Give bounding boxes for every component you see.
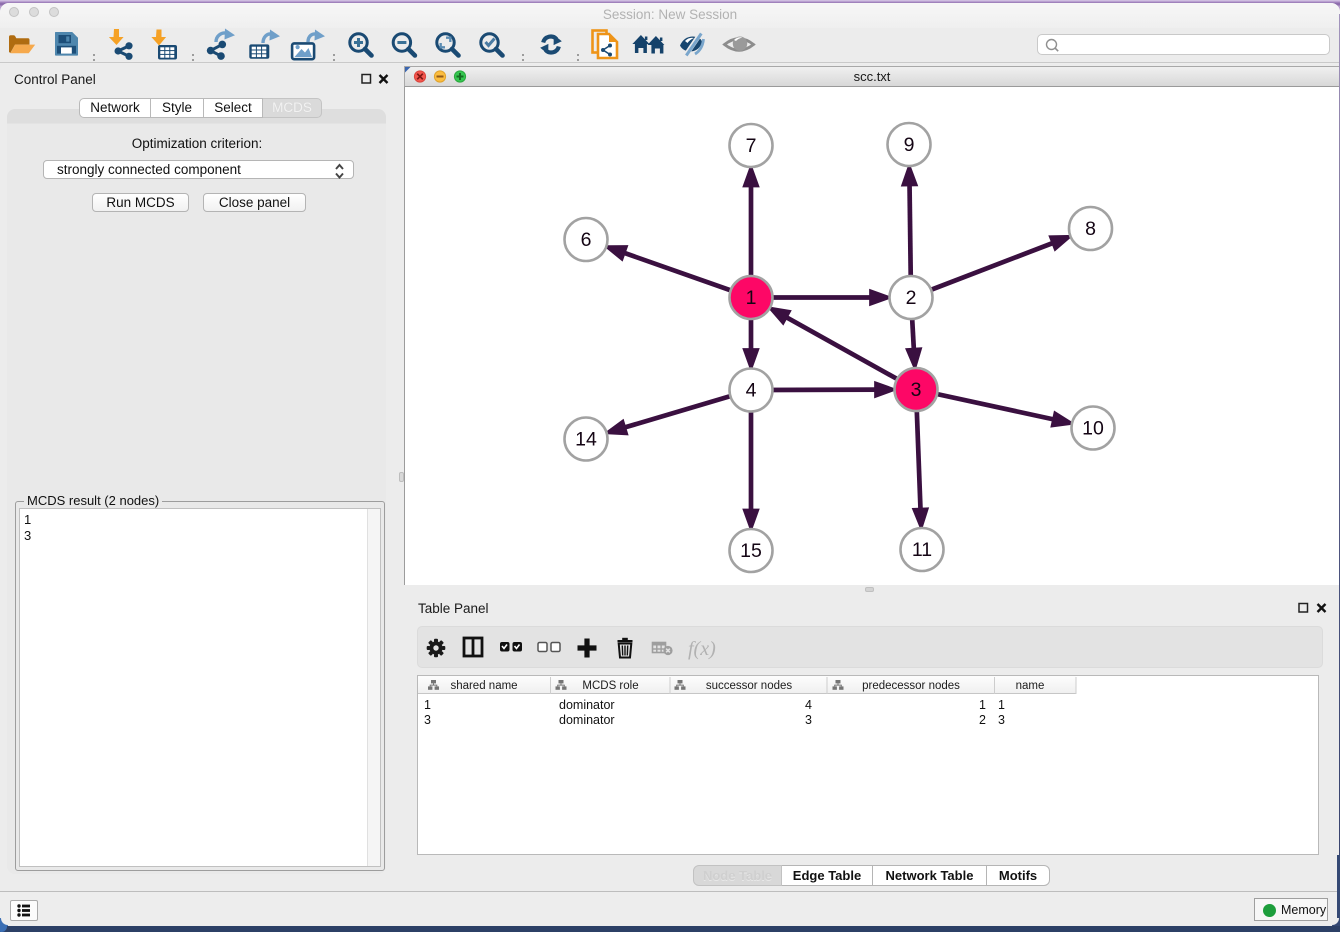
svg-text:15: 15 (740, 540, 762, 562)
svg-text:1: 1 (746, 287, 757, 309)
svg-text:2: 2 (906, 287, 917, 309)
svg-text:6: 6 (581, 229, 592, 251)
svg-text:11: 11 (912, 539, 932, 561)
svg-text:9: 9 (904, 134, 915, 156)
svg-text:f(x): f(x) (688, 638, 716, 660)
svg-text:10: 10 (1082, 418, 1104, 440)
svg-text:14: 14 (575, 429, 597, 451)
svg-text:8: 8 (1085, 218, 1096, 240)
svg-text:MCDS role: MCDS role (582, 680, 638, 692)
svg-text:shared name: shared name (450, 680, 517, 692)
svg-text:3: 3 (911, 379, 922, 401)
svg-text:successor nodes: successor nodes (706, 680, 793, 692)
svg-text:4: 4 (746, 380, 757, 402)
svg-text:predecessor nodes: predecessor nodes (862, 680, 960, 692)
svg-text:name: name (1016, 680, 1045, 692)
svg-text:7: 7 (746, 135, 757, 157)
